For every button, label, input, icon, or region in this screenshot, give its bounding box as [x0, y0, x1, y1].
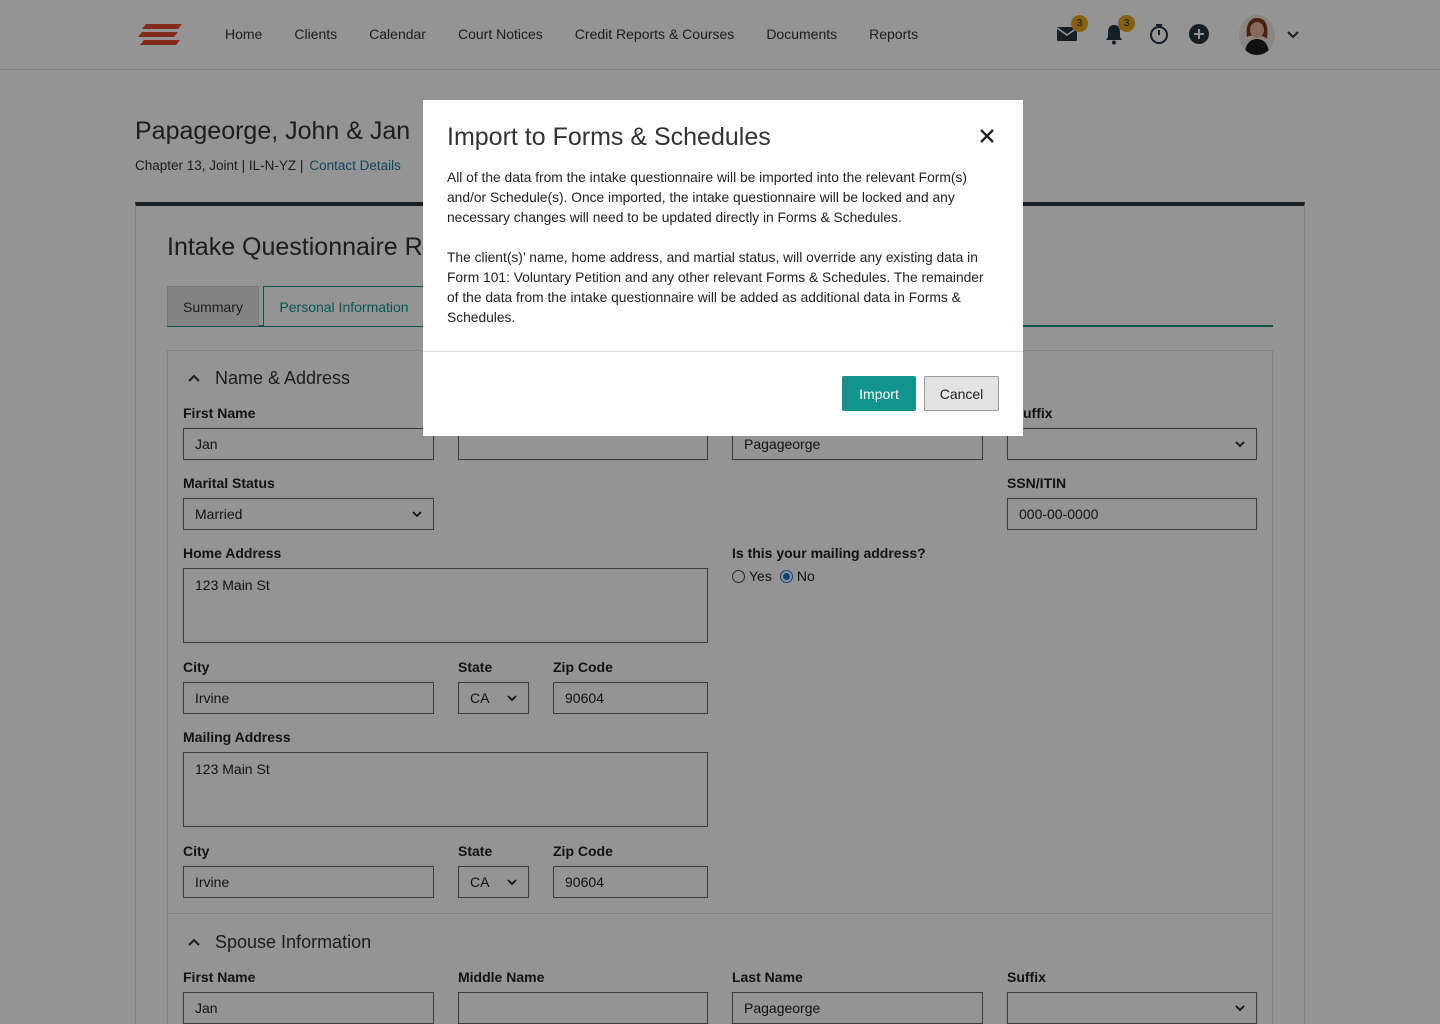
cancel-button[interactable]: Cancel	[924, 376, 999, 411]
import-modal: Import to Forms & Schedules All of the d…	[423, 100, 1023, 436]
import-button[interactable]: Import	[842, 376, 916, 411]
close-icon[interactable]	[977, 126, 997, 146]
modal-body: All of the data from the intake question…	[447, 168, 995, 348]
modal-paragraph-1: All of the data from the intake question…	[447, 170, 967, 225]
modal-divider	[423, 351, 1023, 352]
modal-paragraph-2: The client(s)’ name, home address, and m…	[447, 250, 984, 325]
modal-title: Import to Forms & Schedules	[447, 123, 771, 151]
